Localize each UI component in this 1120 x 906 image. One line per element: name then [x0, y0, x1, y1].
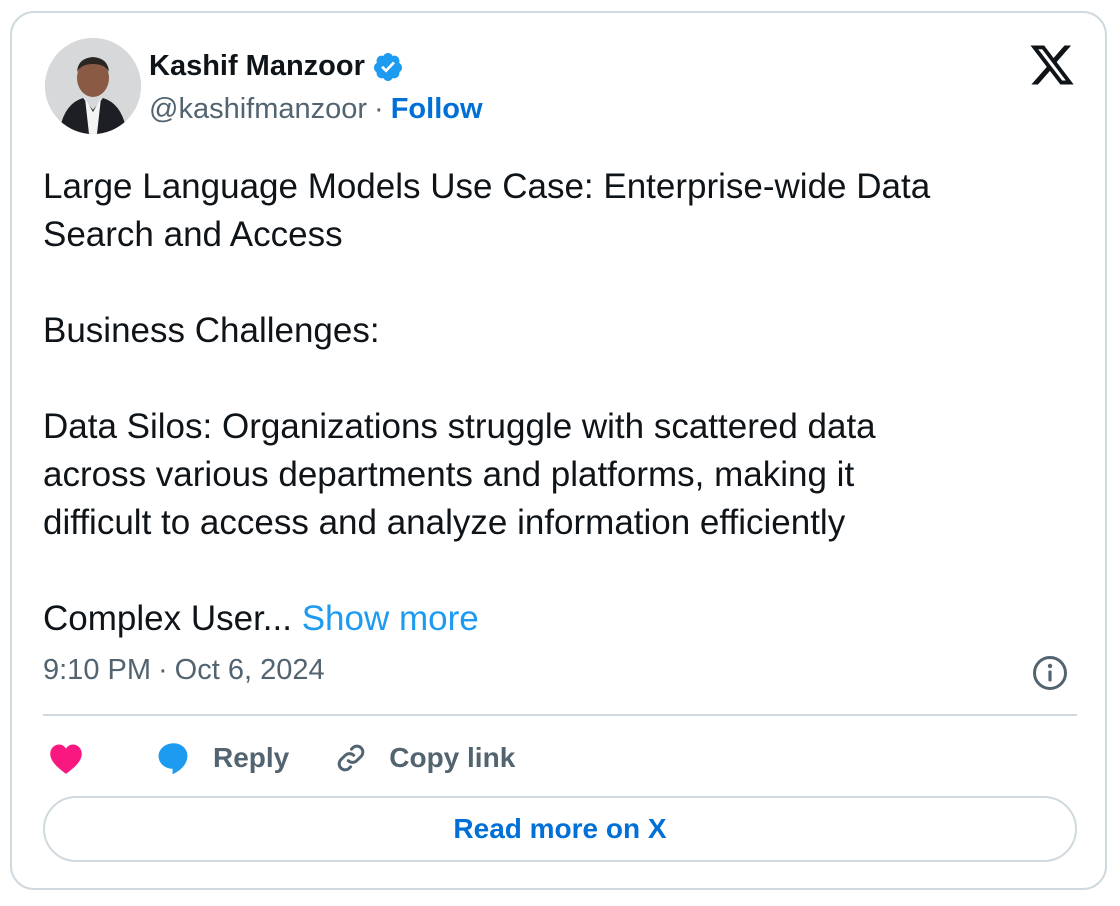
tweet-actions: Reply Copy link — [48, 736, 515, 780]
avatar-image — [45, 38, 141, 134]
tweet-line: Data Silos: Organizations struggle with … — [43, 407, 876, 446]
copy-link-button[interactable]: Copy link — [333, 740, 515, 776]
tweet-truncated-text: Complex User... — [43, 599, 292, 638]
heart-icon — [50, 744, 82, 774]
tweet-timestamp[interactable]: 9:10 PM · Oct 6, 2024 — [43, 654, 325, 687]
tweet-line: across various departments and platforms… — [43, 455, 855, 494]
divider — [43, 714, 1077, 716]
tweet-line: Business Challenges: — [43, 311, 380, 350]
avatar[interactable] — [45, 38, 141, 134]
copy-link-label: Copy link — [389, 742, 516, 773]
tweet-line: Search and Access — [43, 215, 343, 254]
speech-bubble-icon — [158, 743, 188, 775]
tweet-date: Oct 6, 2024 — [174, 654, 325, 686]
author-handle[interactable]: @kashifmanzoor — [149, 93, 367, 126]
author-name-row: Kashif Manzoor — [149, 50, 404, 83]
verified-badge-icon — [372, 51, 404, 83]
like-button[interactable] — [48, 741, 84, 775]
reply-label: Reply — [213, 742, 290, 773]
timestamp-separator: · — [158, 654, 168, 686]
handle-row: @kashifmanzoor · Follow — [149, 93, 483, 126]
tweet-text: Large Language Models Use Case: Enterpri… — [43, 163, 1073, 643]
info-icon[interactable] — [1031, 654, 1069, 692]
link-icon — [337, 744, 365, 772]
tweet-line: difficult to access and analyze informat… — [43, 503, 846, 542]
reply-button[interactable]: Reply — [154, 740, 289, 776]
tweet-time: 9:10 PM — [43, 654, 151, 686]
tweet-truncated-line: Complex User... Show more — [43, 595, 1073, 643]
author-name[interactable]: Kashif Manzoor — [149, 50, 365, 83]
tweet-line: Large Language Models Use Case: Enterpri… — [43, 167, 931, 206]
handle-separator: · — [374, 93, 384, 125]
read-more-on-x-button[interactable]: Read more on X — [43, 796, 1077, 862]
follow-button[interactable]: Follow — [391, 93, 483, 126]
show-more-link[interactable]: Show more — [302, 599, 479, 638]
embedded-tweet-card: Kashif Manzoor @kashifmanzoor · Follow L… — [10, 11, 1107, 890]
x-logo-icon[interactable] — [1028, 41, 1076, 89]
